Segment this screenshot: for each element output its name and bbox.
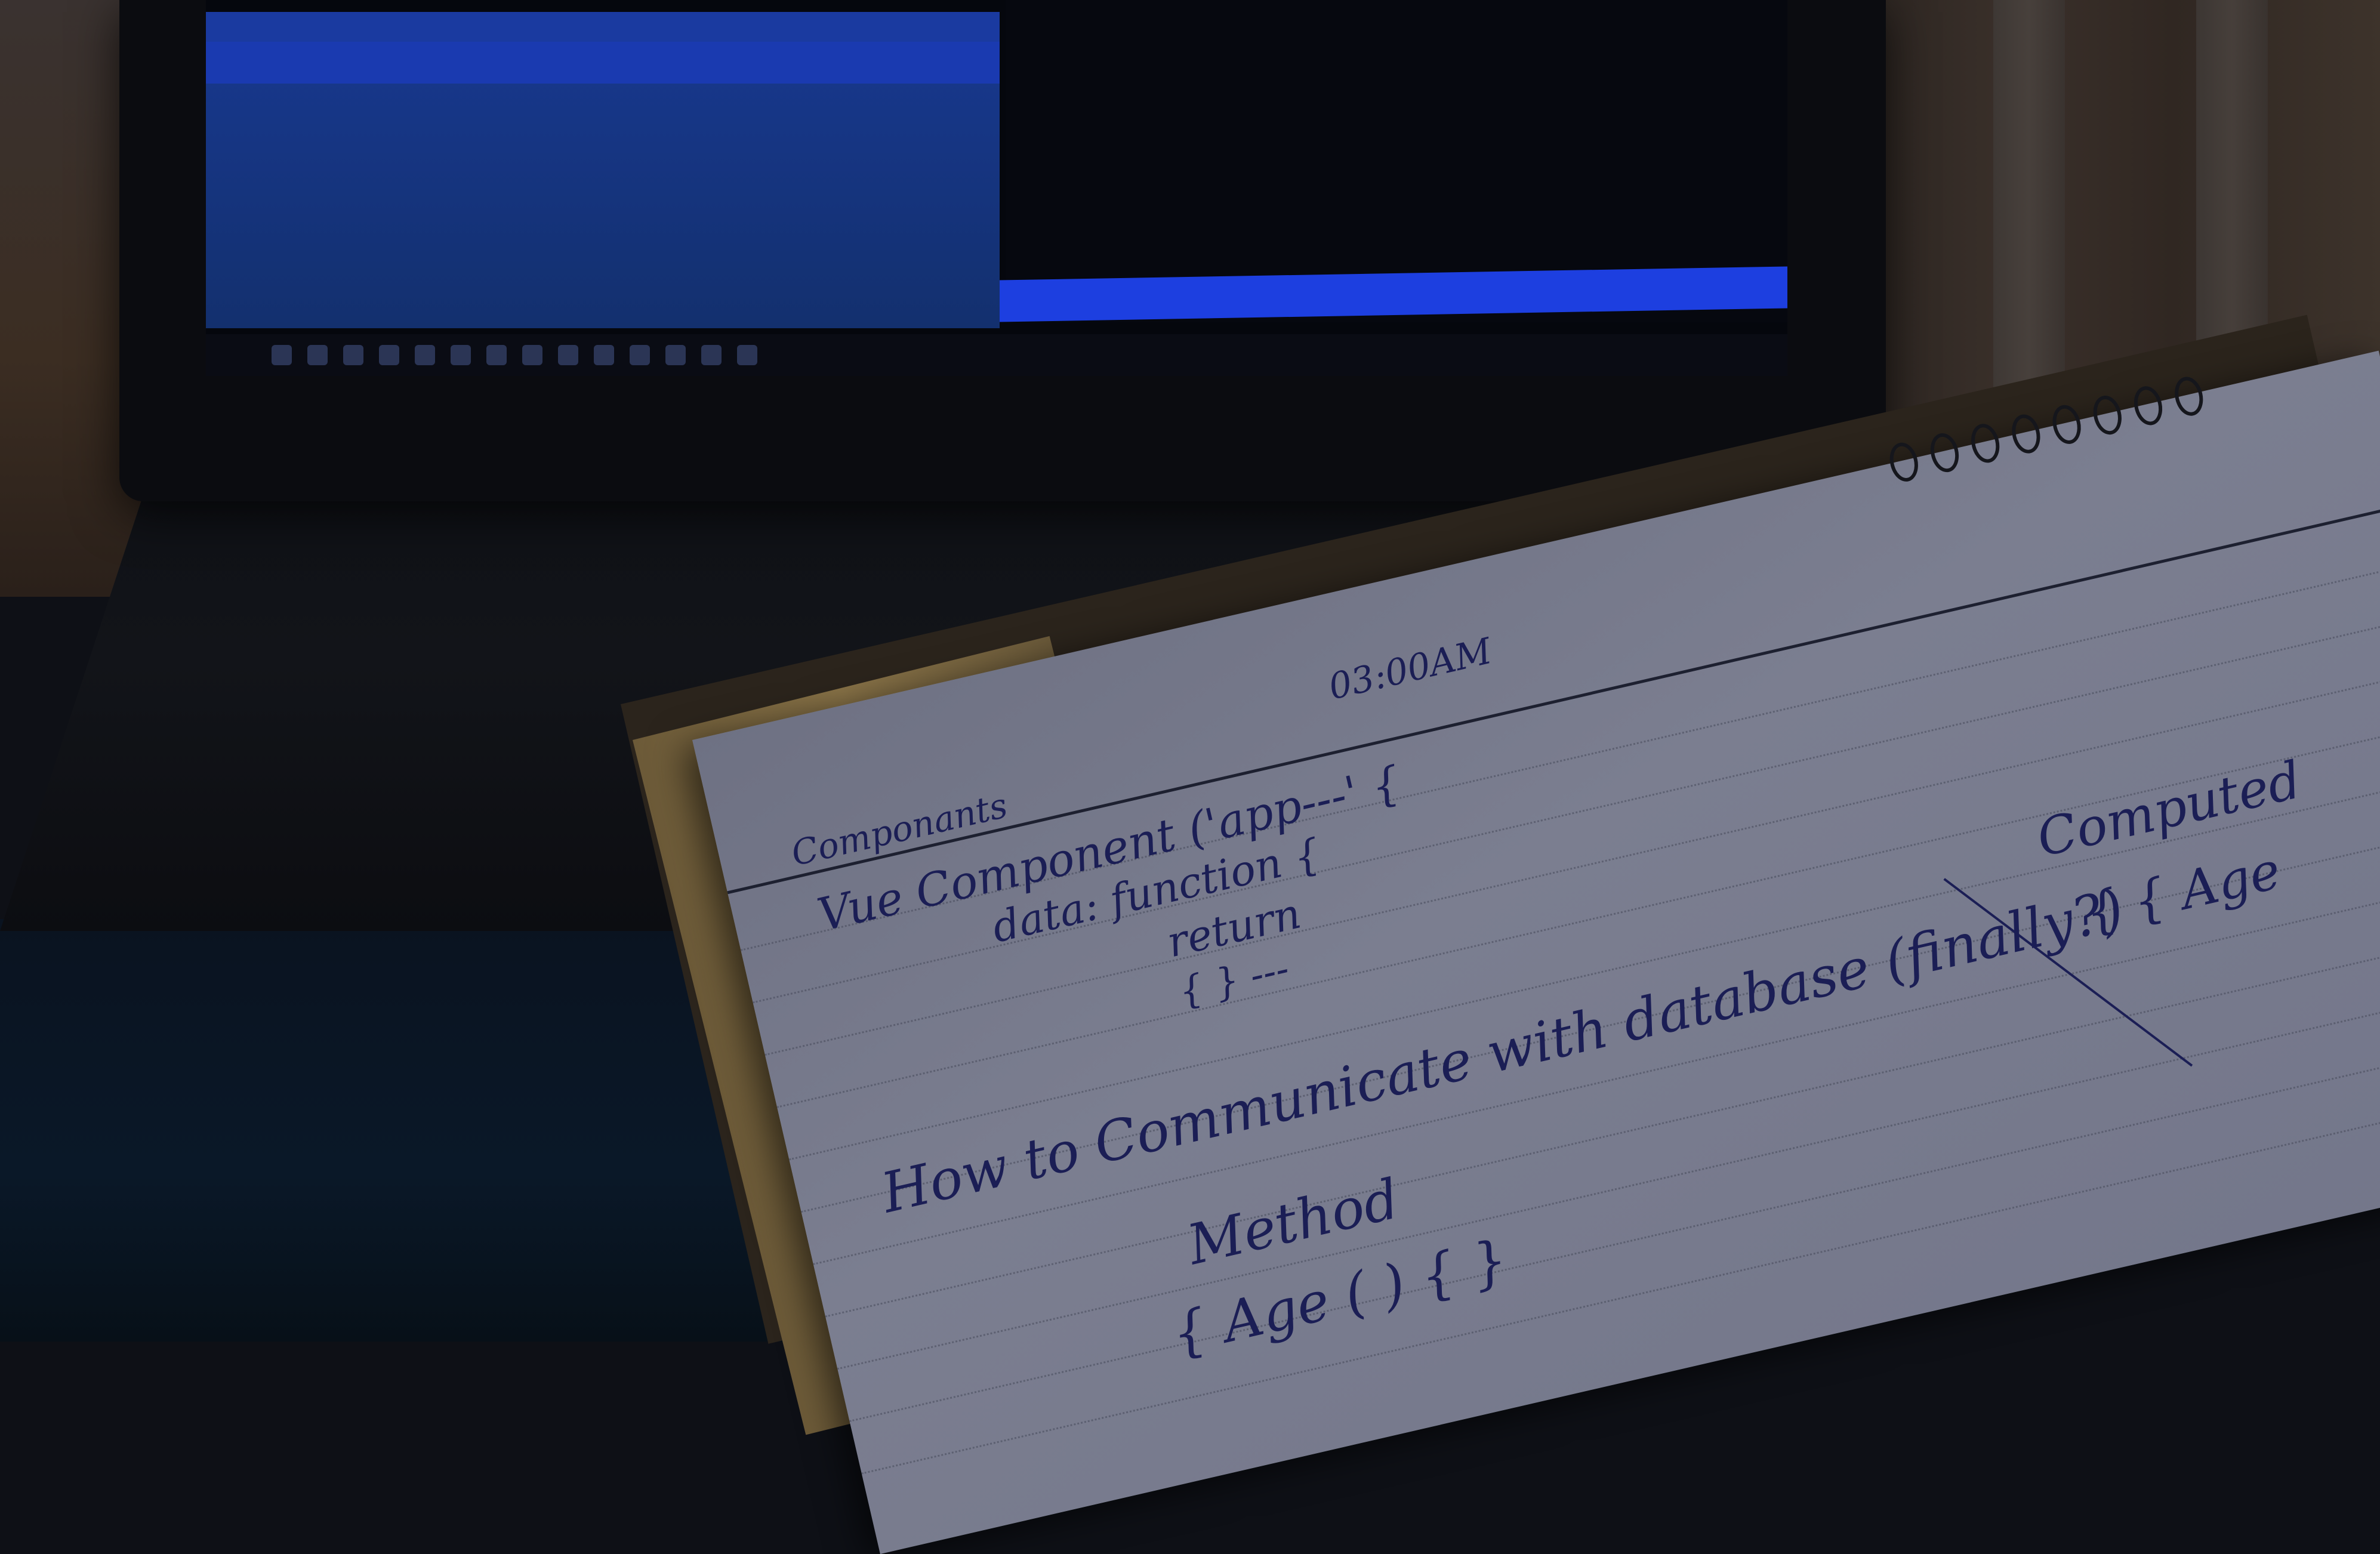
taskbar-app-icon [272, 345, 292, 365]
laptop-screen [206, 0, 1787, 376]
taskbar-app-icon [630, 345, 650, 365]
browser-titlebar [206, 12, 1000, 42]
taskbar-app-icon [415, 345, 435, 365]
handwritten-time: 03:00AM [1324, 630, 1496, 708]
page-rule [849, 1031, 2380, 1422]
browser-toolbar [206, 42, 1000, 84]
taskbar [206, 334, 1787, 376]
taskbar-app-icon [665, 345, 686, 365]
taskbar-app-icon [486, 345, 507, 365]
taskbar-app-icon [594, 345, 614, 365]
handwritten-computed-code: { { Age [2079, 840, 2286, 944]
taskbar-app-icon [701, 345, 722, 365]
taskbar-app-icon [558, 345, 578, 365]
photo-scene: 03:00AM Componants Vue Component ('app--… [0, 0, 2380, 1554]
taskbar-app-icon [307, 345, 328, 365]
taskbar-app-icon [343, 345, 363, 365]
taskbar-app-icon [451, 345, 471, 365]
taskbar-app-icon [737, 345, 757, 365]
taskbar-app-icon [379, 345, 399, 365]
browser-window [206, 12, 1000, 328]
taskbar-app-icon [522, 345, 542, 365]
